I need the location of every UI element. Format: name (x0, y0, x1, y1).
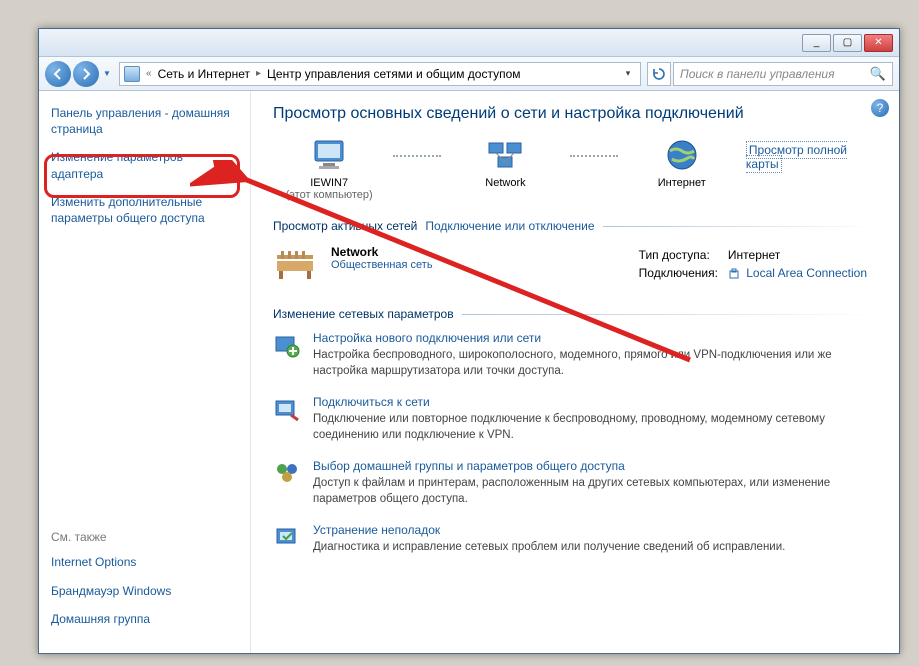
see-also-internet-options[interactable]: Internet Options (51, 554, 238, 570)
titlebar: _ ▢ ✕ (39, 29, 899, 57)
back-button[interactable] (45, 61, 71, 87)
map-internet-name: Интернет (626, 177, 738, 189)
task-item: Настройка нового подключения или сети На… (273, 331, 877, 379)
map-this-pc-name: IEWIN7 (273, 177, 385, 189)
connect-disconnect-link[interactable]: Подключение или отключение (425, 219, 594, 233)
troubleshoot-icon (273, 523, 301, 551)
task-troubleshoot-desc: Диагностика и исправление сетевых пробле… (313, 540, 785, 556)
forward-button[interactable] (73, 61, 99, 87)
close-button[interactable]: ✕ (864, 34, 893, 52)
sidebar-adapter-settings-link[interactable]: Изменение параметров адаптера (51, 149, 238, 181)
search-input[interactable]: Поиск в панели управления 🔍 (673, 62, 893, 86)
connect-network-icon (273, 395, 301, 423)
window-body: Панель управления - домашняя страница Из… (39, 91, 899, 653)
help-icon[interactable]: ? (871, 99, 889, 117)
breadcrumb-seg-1[interactable]: Сеть и Интернет (158, 67, 250, 81)
map-node-network: Network (449, 137, 561, 189)
content-pane: ? Просмотр основных сведений о сети и на… (251, 91, 899, 653)
task-item: Устранение неполадок Диагностика и испра… (273, 523, 877, 556)
refresh-button[interactable] (647, 62, 671, 86)
window-frame: _ ▢ ✕ ▼ « Сеть и Интернет ▸ Центр управл… (38, 28, 900, 654)
maximize-button[interactable]: ▢ (833, 34, 862, 52)
active-networks-label: Просмотр активных сетей (273, 219, 417, 233)
active-network-item: Network Общественная сеть Тип доступа: И… (273, 241, 877, 293)
breadcrumb-seg-2[interactable]: Центр управления сетями и общим доступом (267, 67, 521, 81)
network-map-row: IEWIN7 (этот компьютер) Network Интернет (273, 137, 877, 201)
map-connector (393, 155, 441, 157)
task-item: Подключиться к сети Подключение или повт… (273, 395, 877, 443)
page-title: Просмотр основных сведений о сети и наст… (273, 105, 877, 123)
change-settings-heading: Изменение сетевых параметров (273, 307, 877, 321)
globe-icon (662, 137, 702, 173)
control-panel-icon (124, 66, 140, 82)
map-node-internet: Интернет (626, 137, 738, 189)
access-type-value: Интернет (728, 247, 875, 263)
computer-icon (309, 137, 349, 173)
task-troubleshoot-link[interactable]: Устранение неполадок (313, 523, 785, 537)
homegroup-icon (273, 459, 301, 487)
active-network-name: Network (331, 245, 433, 259)
connection-link[interactable]: Local Area Connection (746, 266, 867, 280)
new-connection-icon (273, 331, 301, 359)
task-connect-link[interactable]: Подключиться к сети (313, 395, 877, 409)
breadcrumb-chevron-icon: ▸ (254, 68, 263, 79)
see-also-heading: См. также (51, 530, 238, 544)
task-connect-desc: Подключение или повторное подключение к … (313, 412, 877, 443)
navbar: ▼ « Сеть и Интернет ▸ Центр управления с… (39, 57, 899, 91)
search-placeholder: Поиск в панели управления (680, 67, 835, 81)
sidebar-advanced-sharing-link[interactable]: Изменить дополнительные параметры общего… (51, 194, 238, 226)
search-icon: 🔍 (870, 66, 886, 82)
map-node-this-pc: IEWIN7 (этот компьютер) (273, 137, 385, 201)
view-full-map-link[interactable]: Просмотр полной карты (746, 141, 847, 173)
map-connector-2 (570, 155, 618, 157)
see-also-homegroup[interactable]: Домашняя группа (51, 611, 238, 627)
task-item: Выбор домашней группы и параметров общег… (273, 459, 877, 507)
map-network-name: Network (449, 177, 561, 189)
sidebar-home-link[interactable]: Панель управления - домашняя страница (51, 105, 238, 137)
bench-icon (273, 245, 317, 283)
ethernet-icon (728, 268, 740, 280)
connections-label: Подключения: (639, 265, 726, 281)
task-new-connection-desc: Настройка беспроводного, широкополосного… (313, 348, 877, 379)
see-also-firewall[interactable]: Брандмауэр Windows (51, 583, 238, 599)
sidebar: Панель управления - домашняя страница Из… (39, 91, 251, 653)
task-new-connection-link[interactable]: Настройка нового подключения или сети (313, 331, 877, 345)
active-network-props: Тип доступа: Интернет Подключения: Local… (637, 245, 877, 283)
task-homegroup-link[interactable]: Выбор домашней группы и параметров общег… (313, 459, 877, 473)
active-network-type-link[interactable]: Общественная сеть (331, 259, 433, 271)
see-also-block: См. также Internet Options Брандмауэр Wi… (51, 530, 238, 639)
nav-history-dropdown[interactable]: ▼ (101, 63, 113, 85)
map-this-pc-sub: (этот компьютер) (273, 189, 385, 201)
active-networks-heading: Просмотр активных сетей Подключение или … (273, 219, 877, 233)
breadcrumb-prefix: « (144, 68, 154, 79)
address-dropdown[interactable]: ▾ (620, 68, 636, 79)
access-type-label: Тип доступа: (639, 247, 726, 263)
change-settings-label: Изменение сетевых параметров (273, 307, 454, 321)
task-homegroup-desc: Доступ к файлам и принтерам, расположенн… (313, 476, 877, 507)
minimize-button[interactable]: _ (802, 34, 831, 52)
network-icon (485, 137, 525, 173)
address-bar[interactable]: « Сеть и Интернет ▸ Центр управления сет… (119, 62, 641, 86)
